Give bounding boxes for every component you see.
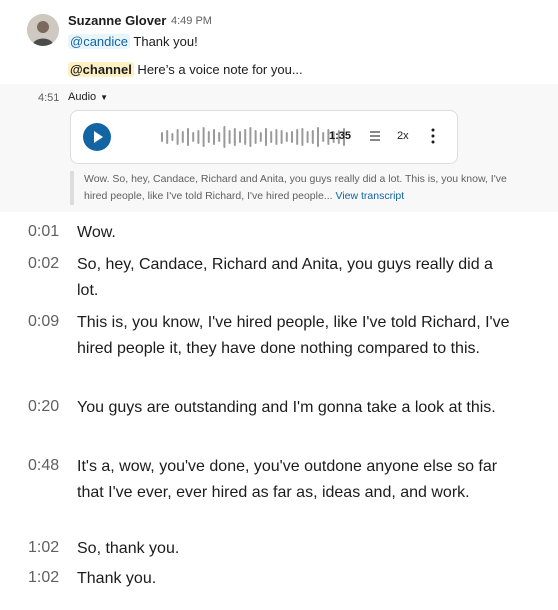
message-text-1: Thank you!	[130, 34, 198, 49]
message-time[interactable]: 4:49 PM	[171, 15, 212, 27]
caret-down-icon: ▼	[100, 92, 109, 102]
audio-player: 1:35 2x	[70, 110, 458, 164]
transcript-text: So, hey, Candace, Richard and Anita, you…	[77, 256, 493, 299]
playback-speed[interactable]: 2x	[397, 130, 409, 142]
view-transcript-link[interactable]: View transcript	[336, 190, 405, 202]
message-text-2: Here’s a voice note for you...	[133, 62, 303, 77]
message-line-1: @candice Thank you!	[68, 34, 198, 49]
message: Suzanne Glover 4:49 PM @candice Thank yo…	[0, 0, 558, 80]
audio-timestamp[interactable]: 4:51	[38, 92, 59, 104]
audio-label-text: Audio	[68, 91, 97, 103]
more-vertical-icon[interactable]	[429, 126, 437, 151]
play-icon[interactable]	[83, 123, 111, 151]
transcript-time[interactable]: 0:01	[28, 223, 68, 241]
transcript-text: Thank you.	[77, 570, 157, 587]
transcript-time[interactable]: 0:20	[28, 398, 68, 416]
transcript-time[interactable]: 1:02	[28, 569, 68, 587]
audio-duration: 1:35	[329, 130, 352, 142]
author-name[interactable]: Suzanne Glover	[68, 13, 166, 28]
transcript-time[interactable]: 0:48	[28, 457, 68, 475]
transcript-text: This is, you know, I've hired people, li…	[77, 314, 510, 357]
audio-label[interactable]: Audio ▼	[68, 91, 108, 103]
transcript-time[interactable]: 0:02	[28, 255, 68, 273]
transcript-text: It's a, wow, you've done, you've outdone…	[77, 458, 498, 501]
avatar[interactable]	[27, 14, 59, 46]
transcript-text: Wow.	[77, 224, 116, 241]
transcript-text: You guys are outstanding and I'm gonna t…	[77, 399, 496, 416]
transcript-time[interactable]: 1:02	[28, 539, 68, 557]
user-mention[interactable]: @candice	[68, 34, 131, 49]
transcript-text: So, thank you.	[77, 540, 180, 557]
transcript-lines-icon[interactable]	[368, 127, 382, 150]
transcript-time[interactable]: 0:09	[28, 313, 68, 331]
snippet-text: Wow. So, hey, Candace, Richard and Anita…	[84, 173, 507, 202]
channel-mention[interactable]: @channel	[68, 62, 134, 77]
transcript-snippet: Wow. So, hey, Candace, Richard and Anita…	[70, 171, 520, 205]
message-line-2: @channel Here’s a voice note for you...	[68, 62, 303, 77]
